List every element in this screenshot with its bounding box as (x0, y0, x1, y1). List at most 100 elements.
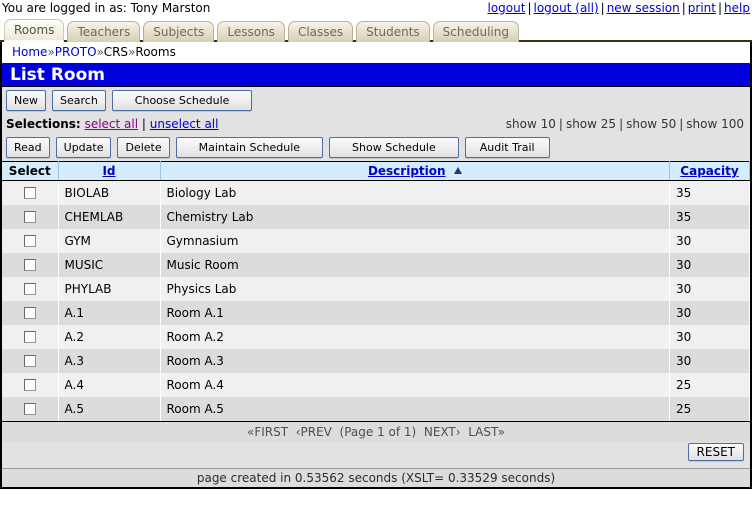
new-button[interactable]: New (6, 90, 46, 111)
row-select-checkbox[interactable] (24, 379, 36, 391)
cell-id: A.2 (58, 325, 160, 349)
sort-by-capacity-link[interactable]: Capacity (680, 164, 738, 178)
row-select-checkbox[interactable] (24, 307, 36, 319)
cell-description: Chemistry Lab (160, 205, 670, 229)
first-page-link[interactable]: «FIRST (247, 425, 288, 439)
show-schedule-button[interactable]: Show Schedule (329, 137, 459, 158)
help-link[interactable]: help (724, 1, 750, 15)
select-all-link[interactable]: select all (85, 117, 139, 131)
choose-schedule-button[interactable]: Choose Schedule (112, 90, 253, 111)
row-select-cell (2, 325, 58, 349)
maintain-schedule-button[interactable]: Maintain Schedule (176, 137, 323, 158)
row-select-cell (2, 181, 58, 205)
table-row: A.4Room A.425 (2, 373, 750, 397)
tab-rooms[interactable]: Rooms (4, 19, 64, 42)
row-select-checkbox[interactable] (24, 235, 36, 247)
cell-capacity: 35 (670, 205, 750, 229)
link-separator: | (716, 1, 724, 15)
column-header-id[interactable]: Id (58, 162, 160, 181)
update-button[interactable]: Update (56, 137, 112, 158)
row-select-cell (2, 397, 58, 421)
row-select-checkbox[interactable] (24, 211, 36, 223)
top-toolbar: New Search Choose Schedule (2, 87, 750, 114)
logout-link[interactable]: logout (488, 1, 526, 15)
table-header: Select Id Description Capacity (2, 162, 750, 181)
row-select-checkbox[interactable] (24, 283, 36, 295)
table-header-row: Select Id Description Capacity (2, 162, 750, 181)
row-select-checkbox[interactable] (24, 355, 36, 367)
reset-row: RESET (2, 442, 750, 468)
cell-description: Music Room (160, 253, 670, 277)
new-session-link[interactable]: new session (607, 1, 680, 15)
cell-capacity: 25 (670, 397, 750, 421)
table-row: MUSICMusic Room30 (2, 253, 750, 277)
main-content-frame: List Room New Search Choose Schedule Sel… (0, 63, 752, 489)
column-header-select: Select (2, 162, 58, 181)
tab-teachers[interactable]: Teachers (67, 21, 140, 42)
link-separator: | (680, 1, 688, 15)
cell-id: A.5 (58, 397, 160, 421)
cell-capacity: 30 (670, 253, 750, 277)
cell-capacity: 30 (670, 277, 750, 301)
cell-description: Room A.3 (160, 349, 670, 373)
last-page-link[interactable]: LAST» (468, 425, 505, 439)
search-button[interactable]: Search (52, 90, 106, 111)
row-select-cell (2, 229, 58, 253)
selections-left: Selections: select all | unselect all (6, 117, 218, 131)
breadcrumb-item-crs: CRS (104, 45, 128, 59)
sort-by-id-link[interactable]: Id (102, 164, 115, 178)
table-row: A.2Room A.230 (2, 325, 750, 349)
cell-description: Room A.2 (160, 325, 670, 349)
breadcrumb-item-proto[interactable]: PROTO (55, 45, 97, 59)
show-count-links: show 10|show 25|show 50|show 100 (506, 117, 744, 131)
tab-classes[interactable]: Classes (288, 21, 353, 42)
table-row: PHYLABPhysics Lab30 (2, 277, 750, 301)
cell-id: CHEMLAB (58, 205, 160, 229)
cell-id: A.3 (58, 349, 160, 373)
tab-students[interactable]: Students (356, 21, 430, 42)
row-select-checkbox[interactable] (24, 259, 36, 271)
show-100-link[interactable]: show 100 (686, 117, 744, 131)
column-header-capacity[interactable]: Capacity (670, 162, 750, 181)
cell-description: Physics Lab (160, 277, 670, 301)
row-select-cell (2, 253, 58, 277)
cell-id: PHYLAB (58, 277, 160, 301)
breadcrumb: Home»PROTO»CRS»Rooms (0, 42, 752, 63)
reset-button[interactable]: RESET (688, 443, 744, 461)
cell-capacity: 30 (670, 349, 750, 373)
row-select-checkbox[interactable] (24, 403, 36, 415)
print-link[interactable]: print (688, 1, 716, 15)
row-select-cell (2, 277, 58, 301)
cell-capacity: 30 (670, 229, 750, 253)
read-button[interactable]: Read (6, 137, 50, 158)
breadcrumb-separator: » (47, 45, 54, 59)
action-toolbar: Read Update Delete Maintain Schedule Sho… (2, 134, 750, 161)
tab-scheduling[interactable]: Scheduling (433, 21, 519, 42)
delete-button[interactable]: Delete (117, 137, 169, 158)
cell-description: Gymnasium (160, 229, 670, 253)
audit-trail-button[interactable]: Audit Trail (465, 137, 550, 158)
main-tab-strip: Rooms Teachers Subjects Lessons Classes … (0, 16, 752, 42)
cell-id: A.1 (58, 301, 160, 325)
cell-id: A.4 (58, 373, 160, 397)
sort-by-description-link[interactable]: Description (368, 164, 446, 178)
row-select-checkbox[interactable] (24, 331, 36, 343)
logout-all-link[interactable]: logout (all) (534, 1, 599, 15)
next-page-link[interactable]: NEXT› (424, 425, 461, 439)
tab-subjects[interactable]: Subjects (143, 21, 214, 42)
column-header-description[interactable]: Description (160, 162, 670, 181)
cell-id: GYM (58, 229, 160, 253)
prev-page-link[interactable]: ‹PREV (296, 425, 332, 439)
table-row: GYMGymnasium30 (2, 229, 750, 253)
show-25-link[interactable]: show 25 (566, 117, 616, 131)
unselect-all-link[interactable]: unselect all (150, 117, 219, 131)
show-10-link[interactable]: show 10 (506, 117, 556, 131)
cell-description: Room A.4 (160, 373, 670, 397)
selections-separator: | (142, 117, 146, 131)
tab-lessons[interactable]: Lessons (217, 21, 285, 42)
app-page: You are logged in as: Tony Marston logou… (0, 0, 752, 505)
table-row: A.1Room A.130 (2, 301, 750, 325)
row-select-checkbox[interactable] (24, 187, 36, 199)
show-50-link[interactable]: show 50 (626, 117, 676, 131)
breadcrumb-item-home[interactable]: Home (12, 45, 47, 59)
